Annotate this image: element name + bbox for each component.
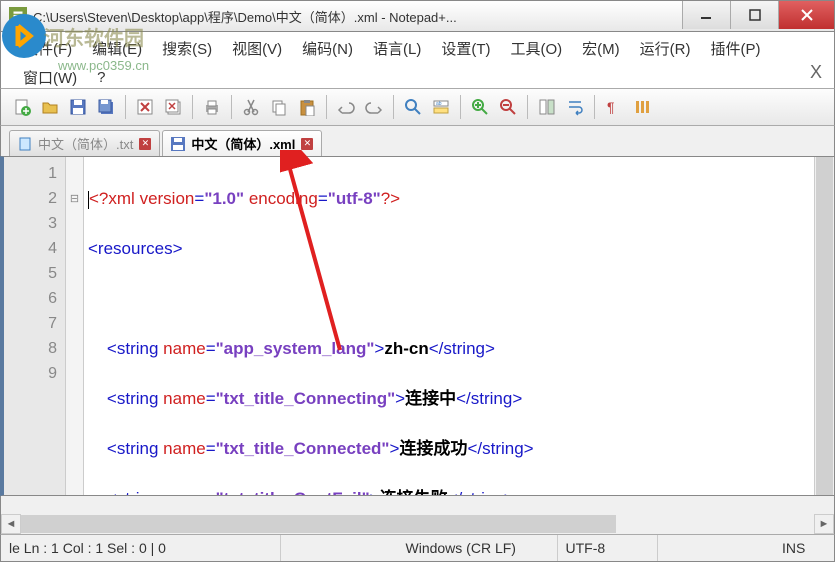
status-eol: Windows (CR LF)	[398, 535, 558, 561]
vertical-scrollbar[interactable]	[814, 157, 834, 495]
status-bar: le Ln : 1 Col : 1 Sel : 0 | 0 Windows (C…	[0, 534, 835, 562]
toolbar: ab ¶	[0, 88, 835, 126]
close-button[interactable]	[778, 1, 834, 29]
toolbar-separator	[326, 95, 327, 119]
fold-column: ⊟	[66, 157, 84, 495]
sync-scroll-button[interactable]	[534, 94, 560, 120]
save-button[interactable]	[65, 94, 91, 120]
replace-button[interactable]: ab	[428, 94, 454, 120]
line-number: 3	[4, 211, 65, 236]
menu-view[interactable]: 视图(V)	[226, 36, 288, 61]
maximize-button[interactable]	[730, 1, 778, 29]
menu-close-icon[interactable]: X	[810, 62, 822, 83]
word-wrap-button[interactable]	[562, 94, 588, 120]
menu-macro[interactable]: 宏(M)	[576, 36, 626, 61]
undo-button[interactable]	[333, 94, 359, 120]
status-position: le Ln : 1 Col : 1 Sel : 0 | 0	[1, 535, 281, 561]
line-number: 5	[4, 261, 65, 286]
line-number: 6	[4, 286, 65, 311]
toolbar-separator	[393, 95, 394, 119]
fold-toggle[interactable]: ⊟	[66, 186, 83, 211]
toolbar-separator	[460, 95, 461, 119]
horizontal-scrollbar[interactable]: ◄ ►	[0, 514, 835, 534]
tab-close-icon[interactable]: ✕	[139, 138, 151, 150]
line-number-gutter: 1 2 3 4 5 6 7 8 9	[4, 157, 66, 495]
close-all-button[interactable]	[160, 94, 186, 120]
svg-text:¶: ¶	[607, 99, 615, 115]
tab-txt-file[interactable]: 中文（简体）.txt ✕	[9, 130, 160, 156]
open-file-button[interactable]	[37, 94, 63, 120]
svg-text:ab: ab	[436, 101, 442, 107]
tab-label: 中文（简体）.txt	[38, 134, 133, 153]
save-icon	[171, 137, 185, 151]
toolbar-separator	[527, 95, 528, 119]
line-number: 7	[4, 311, 65, 336]
scroll-right-icon[interactable]: ►	[814, 514, 834, 534]
tab-label: 中文（简体）.xml	[191, 134, 295, 153]
tab-bar: 中文（简体）.txt ✕ 中文（简体）.xml ✕	[0, 126, 835, 156]
show-all-chars-button[interactable]: ¶	[601, 94, 627, 120]
line-number: 8	[4, 336, 65, 361]
toolbar-separator	[192, 95, 193, 119]
tab-xml-file[interactable]: 中文（简体）.xml ✕	[162, 130, 322, 156]
toolbar-separator	[125, 95, 126, 119]
file-icon	[18, 137, 32, 151]
menu-encoding[interactable]: 编码(N)	[296, 36, 359, 61]
indent-guide-button[interactable]	[629, 94, 655, 120]
window-controls	[682, 1, 834, 31]
line-number: 1	[4, 161, 65, 186]
tab-close-icon[interactable]: ✕	[301, 138, 313, 150]
menu-run[interactable]: 运行(R)	[634, 36, 697, 61]
print-button[interactable]	[199, 94, 225, 120]
find-button[interactable]	[400, 94, 426, 120]
save-all-button[interactable]	[93, 94, 119, 120]
redo-button[interactable]	[361, 94, 387, 120]
watermark-logo-icon	[0, 12, 48, 60]
menu-window[interactable]: 窗口(W)	[17, 65, 83, 90]
editor-gap	[0, 496, 835, 514]
line-number: 4	[4, 236, 65, 261]
menu-search[interactable]: 搜索(S)	[156, 36, 218, 61]
close-file-button[interactable]	[132, 94, 158, 120]
line-number: 2	[4, 186, 65, 211]
new-file-button[interactable]	[9, 94, 35, 120]
code-editor[interactable]: <?xml version="1.0" encoding="utf-8"?> <…	[84, 157, 814, 495]
copy-button[interactable]	[266, 94, 292, 120]
menu-plugins[interactable]: 插件(P)	[704, 36, 766, 61]
watermark-overlay: 河东软件园	[0, 12, 144, 60]
minimize-button[interactable]	[682, 1, 730, 29]
scroll-left-icon[interactable]: ◄	[1, 514, 21, 534]
menu-tools[interactable]: 工具(O)	[504, 36, 568, 61]
cut-button[interactable]	[238, 94, 264, 120]
editor-area: 1 2 3 4 5 6 7 8 9 ⊟ <?xml version="1.0" …	[0, 156, 835, 496]
status-encoding: UTF-8	[558, 535, 658, 561]
watermark-text: 河东软件园	[44, 22, 144, 51]
zoom-out-button[interactable]	[495, 94, 521, 120]
status-insert-mode: INS	[774, 535, 834, 561]
toolbar-separator	[231, 95, 232, 119]
menu-settings[interactable]: 设置(T)	[435, 36, 496, 61]
line-number: 9	[4, 361, 65, 386]
menu-help[interactable]: ?	[91, 67, 111, 88]
zoom-in-button[interactable]	[467, 94, 493, 120]
toolbar-separator	[594, 95, 595, 119]
paste-button[interactable]	[294, 94, 320, 120]
menu-language[interactable]: 语言(L)	[367, 36, 427, 61]
